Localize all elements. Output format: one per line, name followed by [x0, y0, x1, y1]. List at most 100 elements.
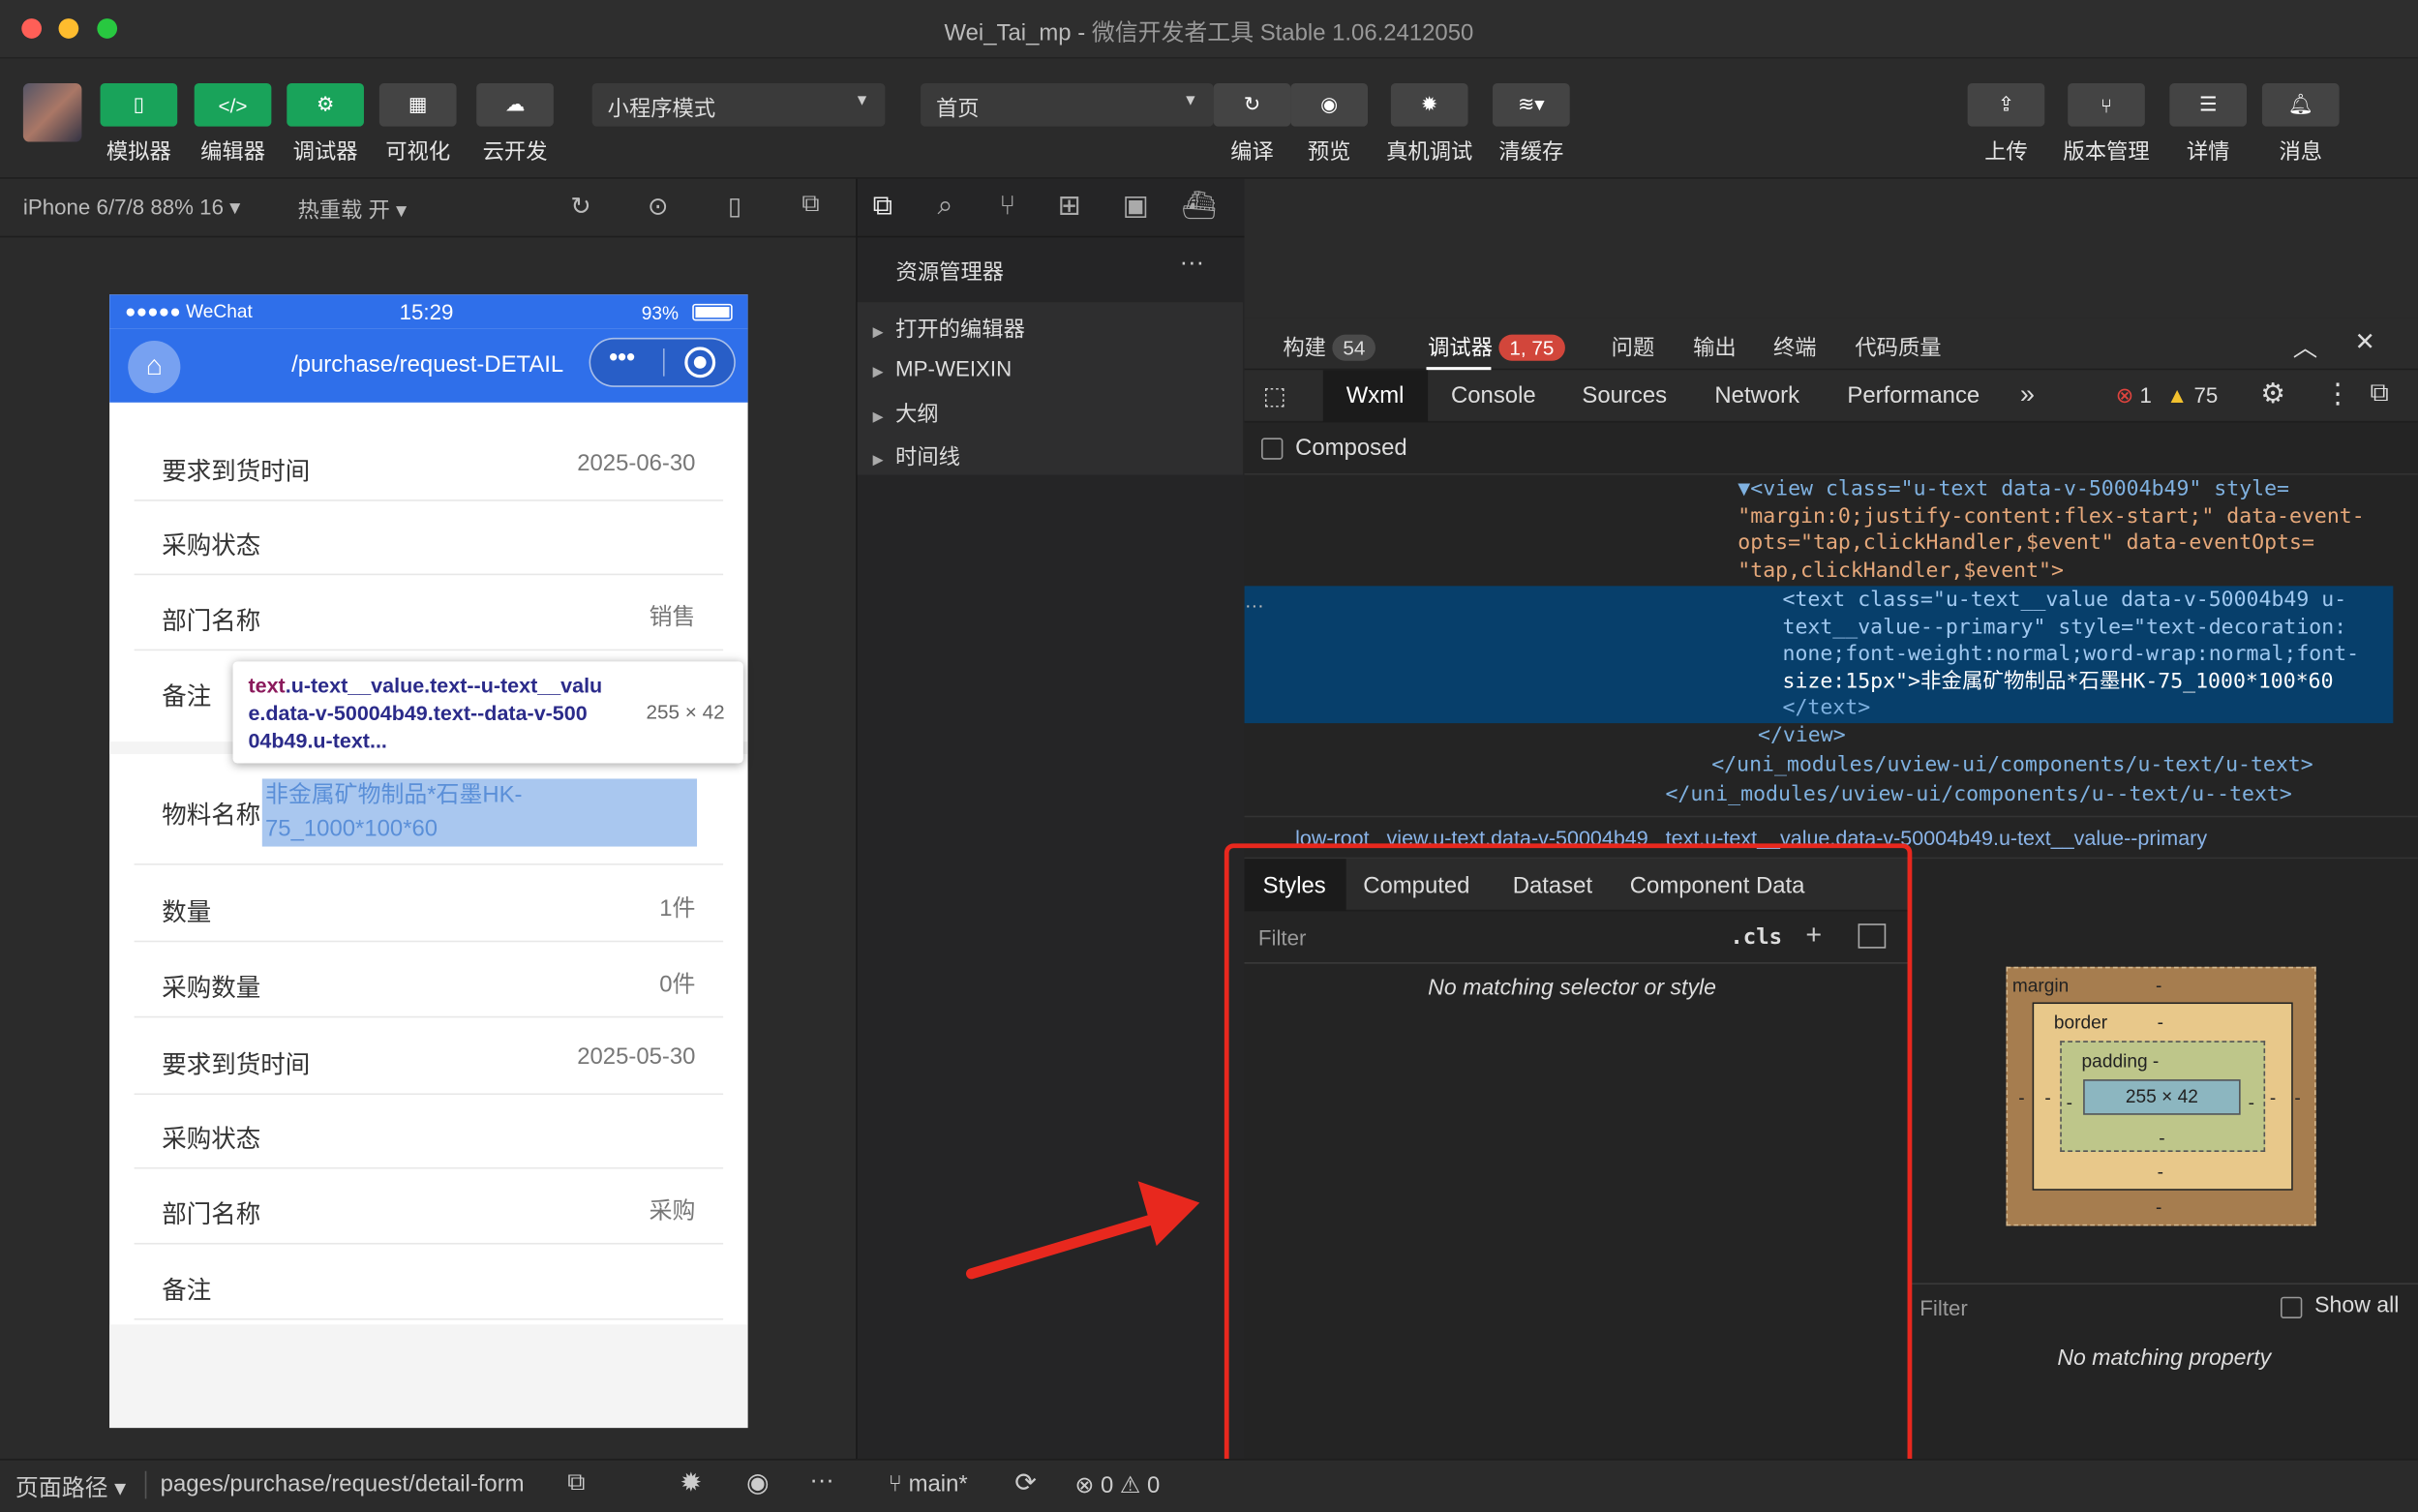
code-line[interactable]: </text> — [1783, 695, 1871, 722]
tab-code-quality[interactable]: 代码质量 — [1855, 331, 1941, 362]
code-line[interactable]: </view> — [1758, 723, 1846, 750]
more-icon[interactable]: … — [1245, 590, 1265, 613]
dock-icon[interactable]: ⧉ — [2370, 378, 2388, 408]
refresh-icon[interactable]: ↻ — [570, 192, 590, 223]
git-branch[interactable]: ⑂ main* — [889, 1471, 968, 1497]
files-icon[interactable]: ⧉ — [873, 190, 892, 222]
tab-styles[interactable]: Styles — [1263, 873, 1326, 899]
add-rule-icon[interactable]: + — [1805, 919, 1822, 951]
stop-icon[interactable]: ⊙ — [648, 192, 668, 223]
computed-filter-input[interactable]: Filter — [1919, 1295, 1968, 1319]
tab-component-data[interactable]: Component Data — [1630, 873, 1805, 899]
composed-checkbox[interactable] — [1261, 438, 1284, 460]
close-capsule-icon[interactable] — [684, 347, 716, 378]
tree-item-timeline[interactable]: ▶ 时间线 — [873, 441, 960, 472]
tab-sources[interactable]: Sources — [1582, 382, 1667, 408]
tree-item-outline[interactable]: ▶ 大纲 — [873, 398, 939, 429]
more-tabs-icon[interactable]: » — [2020, 379, 2035, 410]
home-icon[interactable]: ⌂ — [128, 341, 181, 394]
tab-network[interactable]: Network — [1714, 382, 1799, 408]
code-line[interactable]: none;font-weight:normal;word-wrap:normal… — [1783, 642, 2360, 669]
avatar[interactable] — [22, 83, 82, 142]
chevron-down-icon: ▼ — [1182, 92, 1198, 110]
code-line[interactable]: opts="tap,clickHandler,$event" data-even… — [1738, 530, 2314, 558]
warning-count[interactable]: ▲ 75 — [2166, 382, 2218, 407]
tab-debugger[interactable]: 调试器 1, 75 — [1428, 331, 1565, 362]
clear-cache-button[interactable]: ≋▾ 清缓存 — [1488, 83, 1574, 166]
inspect-icon[interactable]: ⬚ — [1263, 380, 1286, 411]
code-line[interactable]: </uni_modules/uview-ui/components/u-text… — [1711, 752, 2312, 779]
branch-icon[interactable]: ⑂ — [999, 190, 1015, 222]
extensions-icon[interactable]: ⊞ — [1058, 190, 1081, 222]
styles-panel: Styles Computed Dataset Component Data F… — [1244, 859, 1908, 1459]
phone-nav-bar: ⌂ /purchase/request-DETAIL ••• — [109, 328, 748, 403]
details-button[interactable]: ☰ 详情 — [2165, 83, 2252, 166]
sync-icon[interactable]: ⟳ — [1014, 1468, 1037, 1499]
tab-console[interactable]: Console — [1451, 382, 1536, 408]
tab-computed[interactable]: Computed — [1363, 873, 1469, 899]
phone-icon[interactable]: ▯ — [728, 192, 741, 223]
close-icon[interactable]: ✕ — [2355, 327, 2375, 358]
tab-output[interactable]: 输出 — [1693, 331, 1737, 362]
debugger-button[interactable]: ⚙ 调试器 — [283, 83, 369, 166]
more-icon[interactable]: ··· — [1180, 250, 1204, 278]
hot-reload-toggle[interactable]: 热重载 开 ▾ — [297, 195, 407, 226]
layers-icon: ≋▾ — [1493, 83, 1570, 127]
cls-toggle[interactable]: .cls — [1730, 925, 1782, 950]
docker-icon[interactable]: ⛴ — [1181, 190, 1216, 222]
list-item: 数量 1件 — [134, 868, 724, 943]
code-line[interactable]: ▼<view class="u-text data-v-50004b49" st… — [1738, 476, 2289, 503]
device-select[interactable]: iPhone 6/7/8 88% 16 ▾ — [23, 195, 240, 221]
cloud-dev-button[interactable]: ☁ 云开发 — [471, 83, 558, 166]
error-count[interactable]: ⊗ 1 — [2116, 382, 2152, 408]
page-select[interactable]: 首页 ▼ — [921, 83, 1214, 127]
highlighted-material-name[interactable]: 非金属矿物制品*石墨HK-75_1000*100*60 — [261, 778, 698, 847]
popout-icon[interactable]: ⧉ — [801, 192, 819, 220]
show-all-checkbox[interactable] — [2281, 1296, 2303, 1319]
tree-item-open-editors[interactable]: ▶ 打开的编辑器 — [873, 313, 1025, 344]
debug-icon: ⚙ — [287, 83, 364, 127]
compile-button[interactable]: ↻ 编译 — [1209, 83, 1295, 166]
page-path-select[interactable]: 页面路径 ▾ — [15, 1471, 126, 1503]
styles-filter-input[interactable]: Filter — [1244, 913, 1715, 963]
tab-terminal[interactable]: 终端 — [1773, 331, 1817, 362]
capsule-menu[interactable]: ••• — [589, 337, 736, 387]
layout-icon[interactable]: ▣ — [1123, 190, 1149, 222]
messages-button[interactable]: 🔔︎ 消息 — [2257, 83, 2343, 166]
editor-button[interactable]: </> 编辑器 — [190, 83, 276, 166]
tab-wxml[interactable]: Wxml — [1346, 382, 1405, 408]
problem-counts[interactable]: ⊗ 0 ⚠ 0 — [1074, 1471, 1160, 1498]
chevron-up-icon[interactable]: ︿ — [2293, 327, 2318, 364]
kebab-menu-icon[interactable]: ⋮ — [2324, 378, 2352, 409]
search-icon[interactable]: ⌕ — [938, 190, 953, 222]
version-button[interactable]: ⑂ 版本管理 — [2063, 83, 2150, 166]
tab-build[interactable]: 构建 54 — [1283, 331, 1376, 362]
code-line[interactable]: size:15px">非金属矿物制品*石墨HK-75_1000*100*60 — [1783, 669, 2334, 696]
status-bar: 页面路径 ▾ pages/purchase/request/detail-for… — [0, 1458, 2418, 1512]
remote-debug-button[interactable]: ✹ 真机调试 — [1386, 83, 1472, 166]
bug-icon[interactable]: ✹ — [680, 1468, 703, 1499]
tab-problems[interactable]: 问题 — [1612, 331, 1655, 362]
box-model-panel: margin - - - - border - - - - padding - … — [1907, 859, 2418, 1459]
code-line[interactable]: </uni_modules/uview-ui/components/u--tex… — [1665, 782, 2291, 809]
upload-button[interactable]: ⇪ 上传 — [1963, 83, 2049, 166]
sidebar-toggle-icon[interactable] — [1858, 923, 1887, 949]
tree-item-mp-weixin[interactable]: ▶ MP-WEIXIN — [873, 356, 1013, 380]
tab-dataset[interactable]: Dataset — [1513, 873, 1592, 899]
eye-icon[interactable]: ◉ — [746, 1468, 770, 1499]
more-icon[interactable]: ··· — [809, 1468, 833, 1497]
mode-select[interactable]: 小程序模式 ▼ — [591, 83, 886, 127]
code-line[interactable]: "tap,clickHandler,$event"> — [1738, 558, 2064, 585]
more-icon[interactable]: ••• — [609, 346, 635, 374]
code-line[interactable]: <text class="u-text__value data-v-50004b… — [1783, 588, 2347, 615]
devtools-tabs: ⬚ Wxml Console Sources Network Performan… — [1244, 370, 2418, 423]
simulator-button[interactable]: ▯ 模拟器 — [96, 83, 182, 166]
copy-icon[interactable]: ⧉ — [567, 1469, 585, 1497]
code-line[interactable]: text__value--primary" style="text-decora… — [1783, 615, 2347, 642]
gear-icon[interactable]: ⚙ — [2260, 378, 2285, 409]
tab-performance[interactable]: Performance — [1847, 382, 1980, 408]
code-line[interactable]: "margin:0;justify-content:flex-start;" d… — [1738, 503, 2364, 530]
preview-button[interactable]: ◉ 预览 — [1286, 83, 1373, 166]
visual-button[interactable]: ▦ 可视化 — [375, 83, 461, 166]
list-item: 要求到货时间 2025-06-30 — [134, 427, 724, 501]
